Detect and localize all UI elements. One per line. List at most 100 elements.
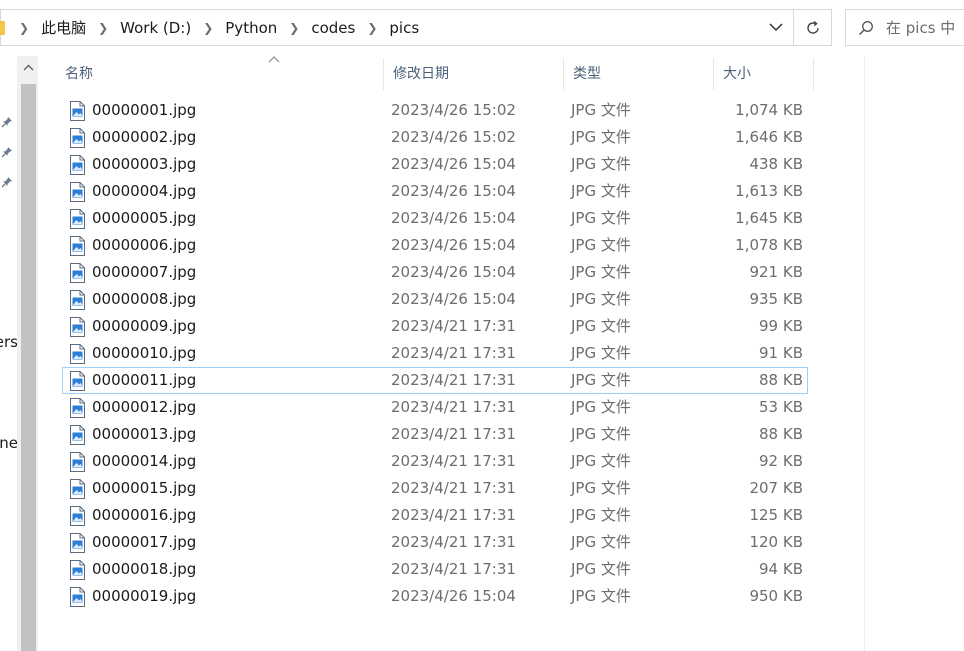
jpg-file-icon <box>69 371 86 391</box>
file-name[interactable]: 00000017.jpg <box>92 530 196 555</box>
file-row[interactable]: 00000010.jpg 2023/4/21 17:31 JPG 文件 91 KB <box>62 340 808 367</box>
column-header-date[interactable]: 修改日期 <box>383 58 563 90</box>
file-name[interactable]: 00000010.jpg <box>92 341 196 366</box>
jpg-file-icon <box>69 317 86 337</box>
breadcrumb-item-python[interactable]: Python <box>225 19 277 37</box>
file-name[interactable]: 00000019.jpg <box>92 584 196 609</box>
column-header-size[interactable]: 大小 <box>713 58 813 90</box>
file-row[interactable]: 00000013.jpg 2023/4/21 17:31 JPG 文件 88 KB <box>62 421 808 448</box>
file-type: JPG 文件 <box>571 533 631 551</box>
file-row[interactable]: 00000006.jpg 2023/4/26 15:04 JPG 文件 1,078 K… <box>62 232 808 259</box>
file-row[interactable]: 00000008.jpg 2023/4/26 15:04 JPG 文件 935 KB <box>62 286 808 313</box>
file-size: 53 KB <box>759 398 803 416</box>
file-row[interactable]: 00000002.jpg 2023/4/26 15:02 JPG 文件 1,646 K… <box>62 124 808 151</box>
column-header-name[interactable]: 名称 <box>55 58 383 90</box>
file-type: JPG 文件 <box>571 371 631 389</box>
file-modified-date: 2023/4/21 17:31 <box>391 506 516 524</box>
file-row[interactable]: 00000011.jpg 2023/4/21 17:31 JPG 文件 88 KB <box>62 367 808 394</box>
file-row[interactable]: 00000015.jpg 2023/4/21 17:31 JPG 文件 207 KB <box>62 475 808 502</box>
chevron-up-icon <box>23 64 34 70</box>
file-modified-date: 2023/4/26 15:04 <box>391 155 516 173</box>
address-history-dropdown[interactable] <box>759 10 793 45</box>
file-name[interactable]: 00000003.jpg <box>92 152 196 177</box>
jpg-file-icon <box>69 506 86 526</box>
file-explorer-window: ❯ 此电脑 ❯ Work (D:) ❯ Python ❯ codes ❯ pic… <box>0 0 964 651</box>
file-name[interactable]: 00000012.jpg <box>92 395 196 420</box>
address-bar[interactable]: ❯ 此电脑 ❯ Work (D:) ❯ Python ❯ codes ❯ pic… <box>0 9 794 46</box>
file-name[interactable]: 00000016.jpg <box>92 503 196 528</box>
column-divider[interactable] <box>813 58 814 90</box>
file-name[interactable]: 00000004.jpg <box>92 179 196 204</box>
file-row[interactable]: 00000005.jpg 2023/4/26 15:04 JPG 文件 1,645 K… <box>62 205 808 232</box>
file-row[interactable]: 00000001.jpg 2023/4/26 15:02 JPG 文件 1,074 K… <box>62 97 808 124</box>
file-name[interactable]: 00000013.jpg <box>92 422 196 447</box>
file-name[interactable]: 00000011.jpg <box>92 368 196 393</box>
file-name[interactable]: 00000008.jpg <box>92 287 196 312</box>
file-name[interactable]: 00000018.jpg <box>92 557 196 582</box>
file-row[interactable]: 00000017.jpg 2023/4/21 17:31 JPG 文件 120 KB <box>62 529 808 556</box>
file-name[interactable]: 00000007.jpg <box>92 260 196 285</box>
jpg-file-icon <box>69 101 86 121</box>
breadcrumb-item-this-pc[interactable]: 此电脑 <box>41 17 86 38</box>
file-size: 91 KB <box>759 344 803 362</box>
file-modified-date: 2023/4/21 17:31 <box>391 344 516 362</box>
file-size: 120 KB <box>749 533 803 551</box>
chevron-right-icon[interactable]: ❯ <box>289 21 299 35</box>
file-type: JPG 文件 <box>571 398 631 416</box>
pin-icon[interactable] <box>1 176 13 188</box>
file-type: JPG 文件 <box>571 209 631 227</box>
search-input[interactable]: 在 pics 中 <box>845 9 964 46</box>
file-name[interactable]: 00000001.jpg <box>92 98 196 123</box>
file-modified-date: 2023/4/21 17:31 <box>391 479 516 497</box>
jpg-file-icon <box>69 560 86 580</box>
chevron-right-icon[interactable]: ❯ <box>19 21 29 35</box>
breadcrumb-item-work-drive[interactable]: Work (D:) <box>120 19 191 37</box>
file-size: 935 KB <box>749 290 803 308</box>
jpg-file-icon <box>69 209 86 229</box>
file-row[interactable]: 00000004.jpg 2023/4/26 15:04 JPG 文件 1,613 K… <box>62 178 808 205</box>
file-row[interactable]: 00000012.jpg 2023/4/21 17:31 JPG 文件 53 KB <box>62 394 808 421</box>
file-name[interactable]: 00000014.jpg <box>92 449 196 474</box>
file-modified-date: 2023/4/21 17:31 <box>391 533 516 551</box>
nav-item-label[interactable]: ne <box>0 434 18 452</box>
file-row[interactable]: 00000014.jpg 2023/4/21 17:31 JPG 文件 92 KB <box>62 448 808 475</box>
file-size: 950 KB <box>749 587 803 605</box>
jpg-file-icon <box>69 128 86 148</box>
file-name[interactable]: 00000015.jpg <box>92 476 196 501</box>
file-row[interactable]: 00000007.jpg 2023/4/26 15:04 JPG 文件 921 KB <box>62 259 808 286</box>
file-name[interactable]: 00000005.jpg <box>92 206 196 231</box>
file-size: 125 KB <box>749 506 803 524</box>
breadcrumb-item-pics[interactable]: pics <box>389 19 419 37</box>
breadcrumb-item-codes[interactable]: codes <box>311 19 355 37</box>
nav-item-label[interactable]: ers <box>0 333 18 351</box>
folder-icon <box>0 21 5 35</box>
jpg-file-icon <box>69 263 86 283</box>
chevron-right-icon[interactable]: ❯ <box>367 21 377 35</box>
refresh-button[interactable] <box>794 9 832 46</box>
file-size: 438 KB <box>749 155 803 173</box>
scroll-up-button[interactable] <box>21 58 36 76</box>
file-type: JPG 文件 <box>571 236 631 254</box>
file-row[interactable]: 00000018.jpg 2023/4/21 17:31 JPG 文件 94 KB <box>62 556 808 583</box>
chevron-right-icon[interactable]: ❯ <box>203 21 213 35</box>
file-size: 921 KB <box>749 263 803 281</box>
file-row[interactable]: 00000009.jpg 2023/4/21 17:31 JPG 文件 99 KB <box>62 313 808 340</box>
file-name[interactable]: 00000002.jpg <box>92 125 196 150</box>
file-row[interactable]: 00000019.jpg 2023/4/26 15:04 JPG 文件 950 KB <box>62 583 808 610</box>
column-header-type[interactable]: 类型 <box>563 58 713 90</box>
file-modified-date: 2023/4/26 15:04 <box>391 182 516 200</box>
jpg-file-icon <box>69 290 86 310</box>
jpg-file-icon <box>69 452 86 472</box>
column-header-row: 名称 修改日期 类型 大小 <box>55 56 815 90</box>
file-row[interactable]: 00000016.jpg 2023/4/21 17:31 JPG 文件 125 KB <box>62 502 808 529</box>
file-name[interactable]: 00000009.jpg <box>92 314 196 339</box>
file-name[interactable]: 00000006.jpg <box>92 233 196 258</box>
pin-icon[interactable] <box>1 146 13 158</box>
file-type: JPG 文件 <box>571 182 631 200</box>
pin-icon[interactable] <box>1 116 13 128</box>
file-row[interactable]: 00000003.jpg 2023/4/26 15:04 JPG 文件 438 KB <box>62 151 808 178</box>
chevron-right-icon[interactable]: ❯ <box>98 21 108 35</box>
jpg-file-icon <box>69 479 86 499</box>
nav-scrollbar-thumb[interactable] <box>21 84 36 651</box>
file-modified-date: 2023/4/21 17:31 <box>391 452 516 470</box>
